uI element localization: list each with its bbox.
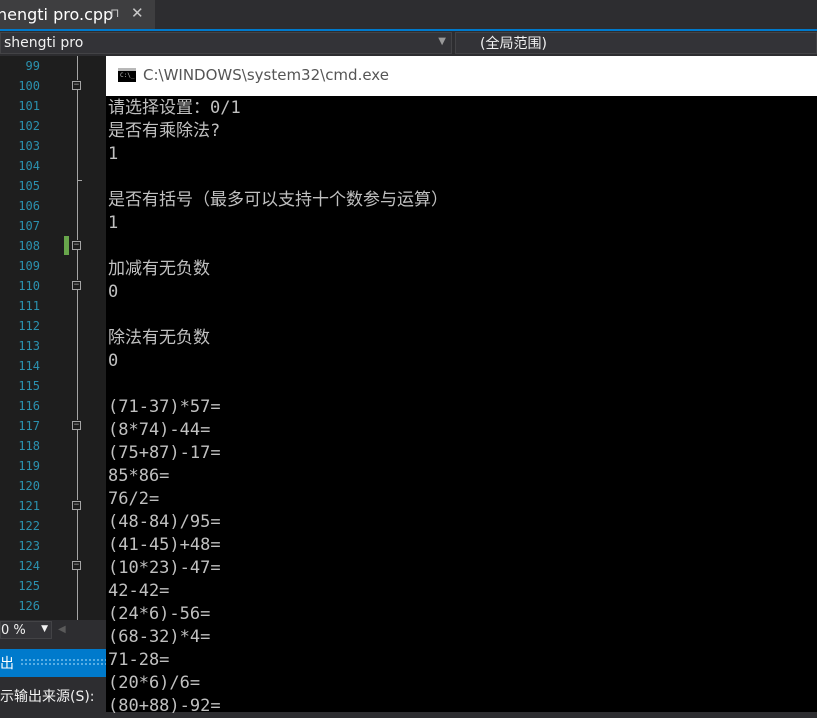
line-number: 116 <box>18 399 40 413</box>
fold-end-tick <box>77 180 82 181</box>
fold-guide-line <box>77 90 78 240</box>
line-number: 110 <box>18 279 40 293</box>
console-line: (41-45)+48= <box>108 535 221 555</box>
scope-dropdown[interactable]: (全局范围) <box>455 32 817 54</box>
line-number: 115 <box>18 379 40 393</box>
document-tab[interactable]: hengti pro.cpp ⊓ ✕ <box>0 0 155 29</box>
zoom-bar: 0 % ▼ ◀ <box>0 620 106 640</box>
output-source-label: 示输出来源(S): <box>0 688 95 705</box>
console-line: 除法有无负数 <box>108 328 210 348</box>
scope-dropdown-value: (全局范围) <box>480 36 547 52</box>
line-number: 99 <box>25 59 40 73</box>
console-line: 是否有括号（最多可以支持十个数参与运算） <box>108 190 448 210</box>
console-icon: C:\_ <box>118 68 136 82</box>
collapse-icon[interactable]: − <box>72 281 81 290</box>
line-number: 107 <box>18 219 40 233</box>
console-line: (20*6)/6= <box>108 673 201 693</box>
console-line: 0 <box>108 351 119 371</box>
console-line: 1 <box>108 144 119 164</box>
line-number: 108 <box>18 239 40 253</box>
console-line: (24*6)-56= <box>108 604 211 624</box>
fold-guide-line <box>77 290 78 420</box>
line-number: 112 <box>18 319 40 333</box>
fold-guide-line <box>77 570 78 620</box>
console-line: 1 <box>108 213 119 233</box>
line-number: 103 <box>18 139 40 153</box>
line-number: 105 <box>18 179 40 193</box>
zoom-value: 0 % <box>1 622 26 638</box>
collapse-icon[interactable]: − <box>72 561 81 570</box>
cmd-window-title: C:\WINDOWS\system32\cmd.exe <box>143 66 389 84</box>
line-number: 106 <box>18 199 40 213</box>
console-line: (80+88)-92= <box>108 696 221 716</box>
console-line: 76/2= <box>108 489 160 509</box>
editor-gutter: 99 100 101 102 103 104 105 106 107 108 1… <box>0 56 106 620</box>
console-line: (8*74)-44= <box>108 420 211 440</box>
scroll-left-icon[interactable]: ◀ <box>58 624 66 635</box>
zoom-dropdown[interactable]: 0 % ▼ <box>0 621 52 639</box>
line-number: 119 <box>18 459 40 473</box>
chevron-down-icon[interactable]: ▼ <box>438 36 446 47</box>
close-icon[interactable]: ✕ <box>131 4 144 22</box>
collapse-icon[interactable]: − <box>72 501 81 510</box>
line-number: 109 <box>18 259 40 273</box>
console-line: 加减有无负数 <box>108 259 210 279</box>
project-dropdown[interactable]: shengti pro ▼ <box>0 32 452 54</box>
output-panel-title: 出 <box>0 656 14 672</box>
line-number: 121 <box>18 499 40 513</box>
line-number: 126 <box>18 599 40 613</box>
cmd-window[interactable]: C:\_ C:\WINDOWS\system32\cmd.exe 请选择设置：0… <box>106 56 817 716</box>
console-line: 是否有乘除法? <box>108 121 221 141</box>
chevron-down-icon[interactable]: ▼ <box>41 624 48 634</box>
fold-guide-line <box>77 510 78 560</box>
console-line: (68-32)*4= <box>108 627 211 647</box>
line-number: 124 <box>18 559 40 573</box>
fold-guide-line <box>77 250 78 280</box>
cmd-title-bar[interactable]: C:\_ C:\WINDOWS\system32\cmd.exe <box>106 56 817 96</box>
console-line: (75+87)-17= <box>108 443 221 463</box>
line-number: 118 <box>18 439 40 453</box>
console-line: 85*86= <box>108 466 170 486</box>
line-number: 101 <box>18 99 40 113</box>
line-number: 120 <box>18 479 40 493</box>
line-number: 125 <box>18 579 40 593</box>
line-number: 100 <box>18 79 40 93</box>
console-line: 42-42= <box>108 581 170 601</box>
pin-icon[interactable]: ⊓ <box>110 6 119 20</box>
line-number: 113 <box>18 339 40 353</box>
project-dropdown-value: shengti pro <box>4 35 84 51</box>
line-number: 114 <box>18 359 40 373</box>
output-source-row: 示输出来源(S): <box>0 679 106 712</box>
line-numbers: 99 100 101 102 103 104 105 106 107 108 1… <box>0 56 40 616</box>
document-tab-strip: hengti pro.cpp ⊓ ✕ <box>0 0 817 29</box>
line-number: 102 <box>18 119 40 133</box>
line-number: 111 <box>18 299 40 313</box>
collapse-icon[interactable]: − <box>72 421 81 430</box>
collapse-icon[interactable]: − <box>72 241 81 250</box>
document-tab-title: hengti pro.cpp <box>0 5 114 24</box>
console-line: 请选择设置：0/1 <box>108 98 241 118</box>
console-line: 71-28= <box>108 650 170 670</box>
console-line: (71-37)*57= <box>108 397 221 417</box>
console-line: (10*23)-47= <box>108 558 221 578</box>
line-number: 122 <box>18 519 40 533</box>
line-number: 123 <box>18 539 40 553</box>
outlining-margin: − − − − − − <box>71 56 85 620</box>
fold-guide-line <box>77 56 78 80</box>
output-panel-header[interactable]: 出 <box>0 649 106 677</box>
fold-guide-line <box>77 430 78 500</box>
console-line: (48-84)/95= <box>108 512 221 532</box>
line-number: 104 <box>18 159 40 173</box>
console-output[interactable]: 请选择设置：0/1 是否有乘除法? 1 是否有括号（最多可以支持十个数参与运算） 1 加减… <box>108 97 813 718</box>
change-indicator <box>64 236 69 255</box>
panel-grip[interactable] <box>20 658 106 667</box>
collapse-icon[interactable]: − <box>72 81 81 90</box>
line-number: 117 <box>18 419 40 433</box>
console-line: 0 <box>108 282 119 302</box>
navigation-bar: shengti pro ▼ (全局范围) <box>0 31 817 57</box>
